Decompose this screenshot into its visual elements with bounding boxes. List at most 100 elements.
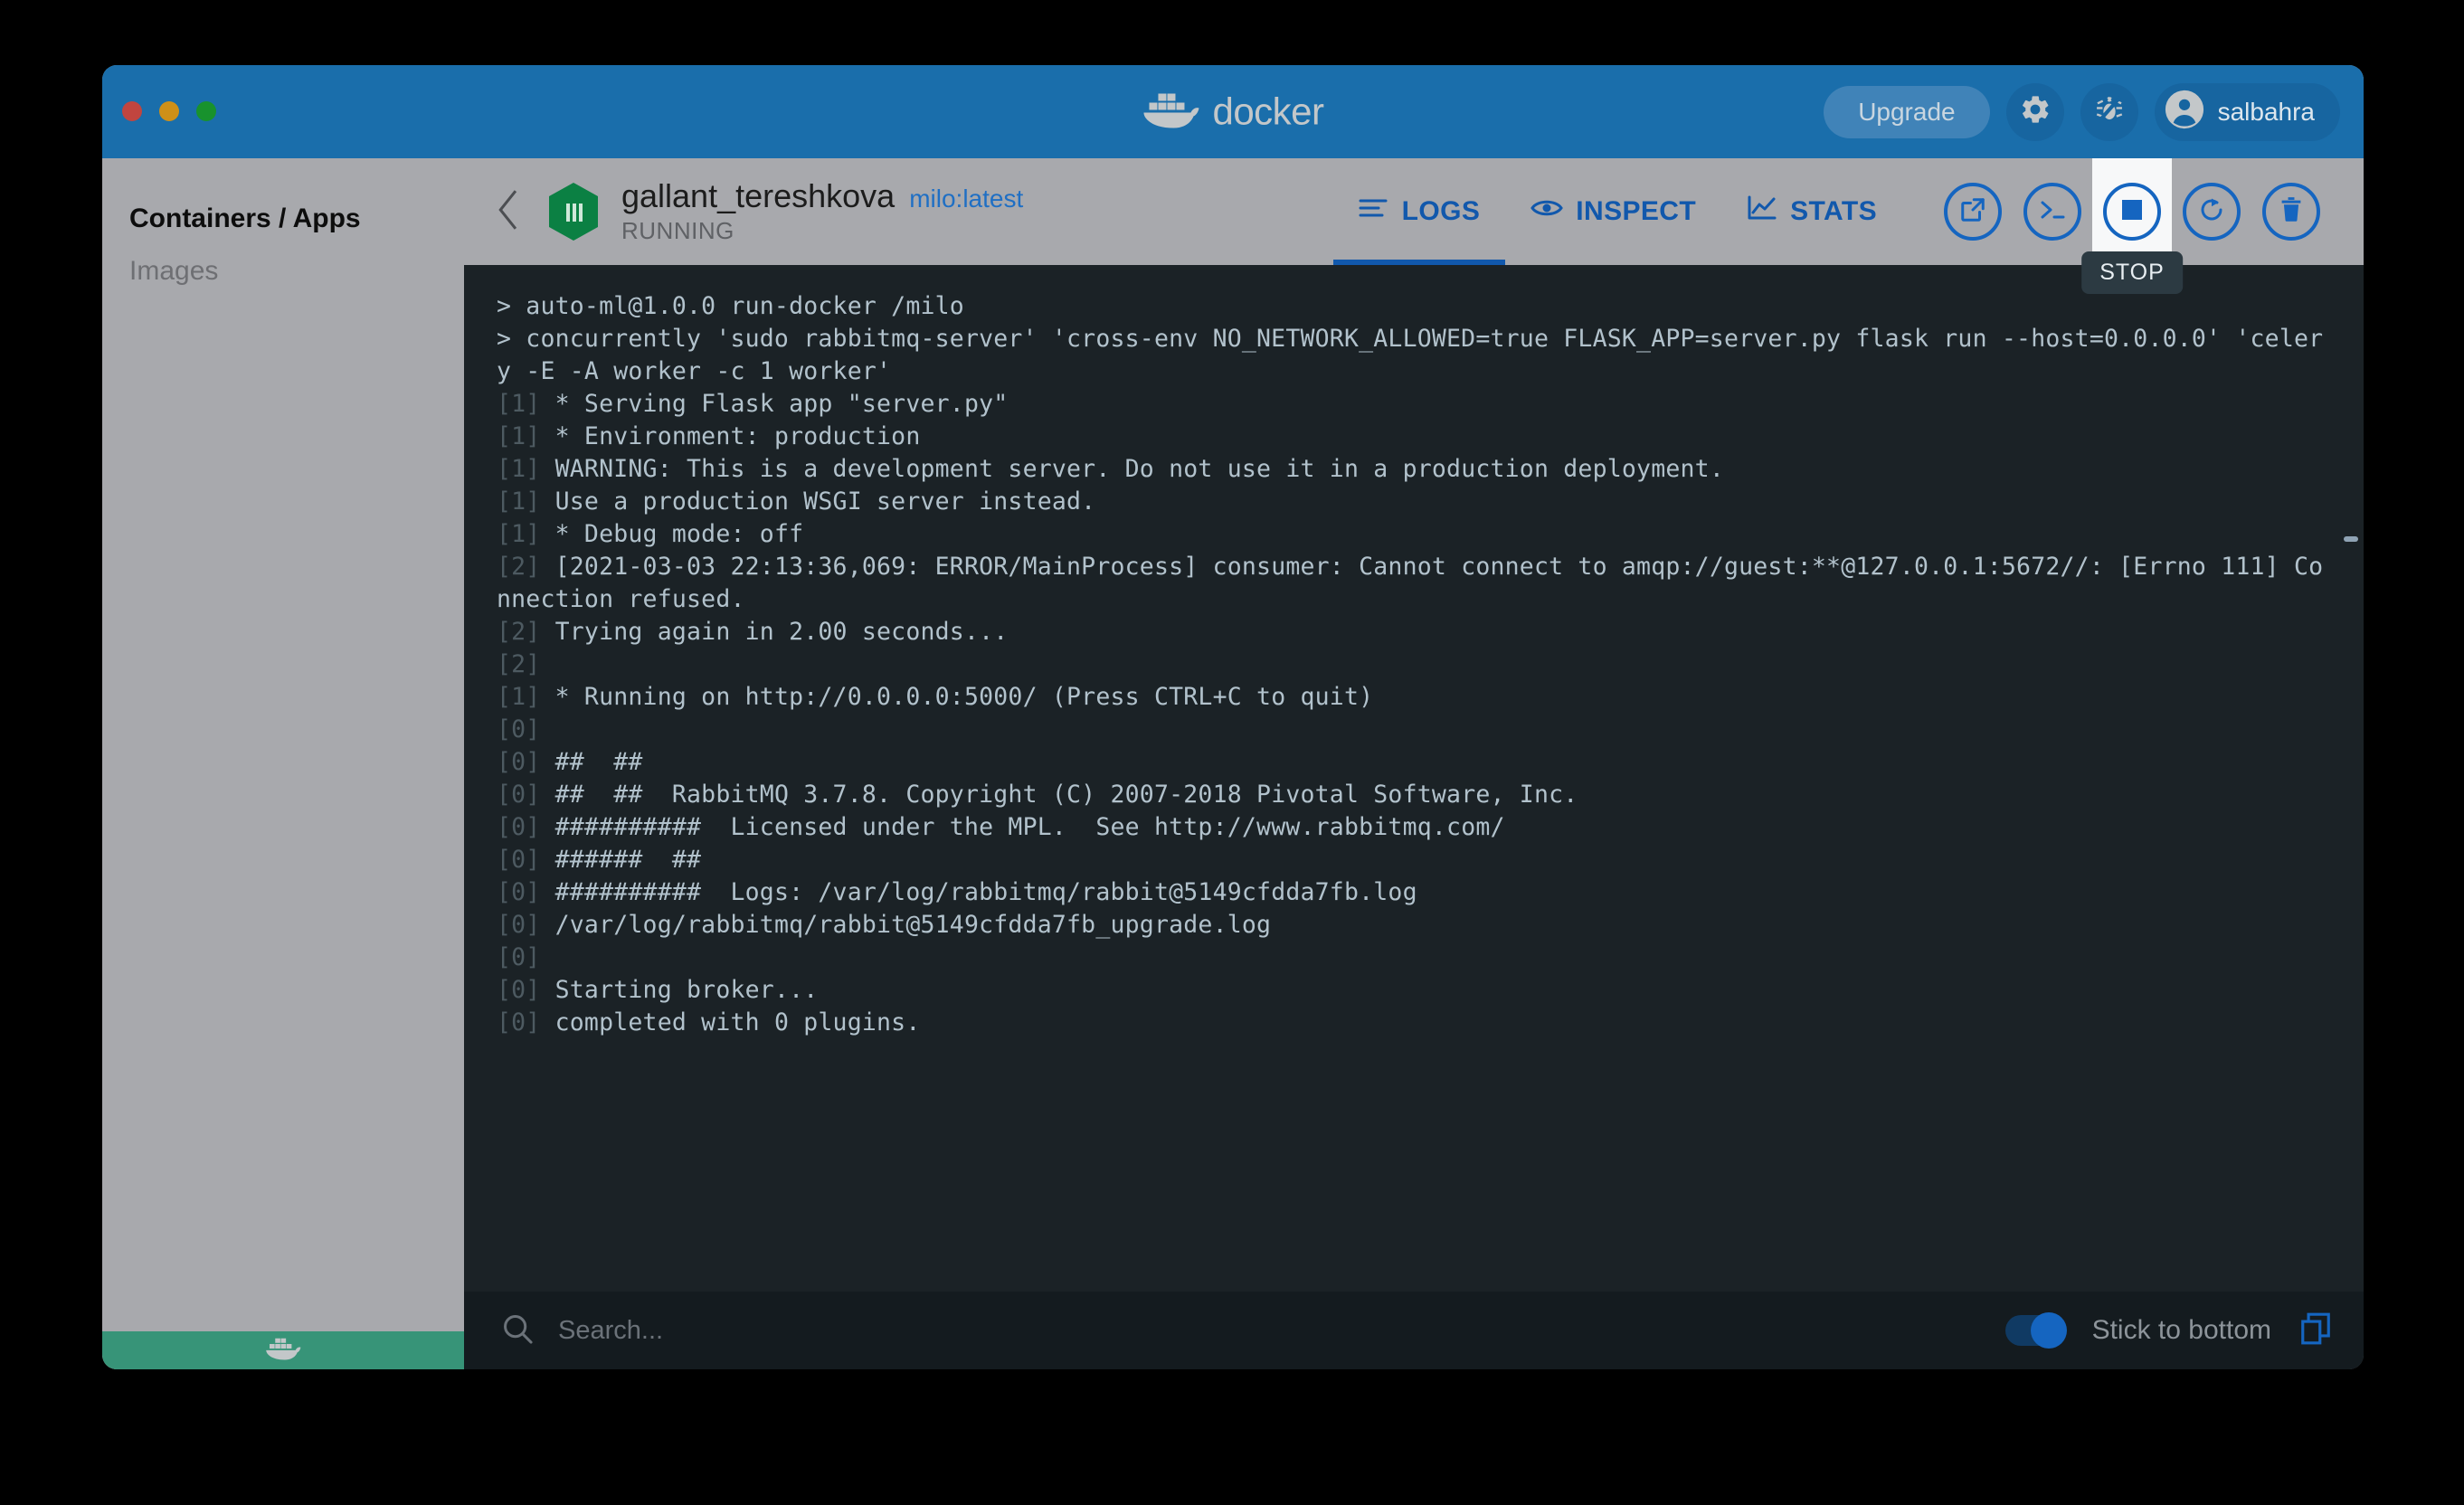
log-line: [1] Use a production WSGI server instead… [497,486,2331,518]
troubleshoot-button[interactable] [2080,82,2138,141]
log-line-index: [0] [497,878,555,906]
log-line-text: ########## Licensed under the MPL. See h… [554,813,1505,841]
restart-button[interactable] [2172,158,2251,265]
sidebar: Containers / Apps Images [102,158,464,1369]
container-state-label: RUNNING [621,216,734,244]
trash-icon [2279,196,2304,228]
docker-whale-icon [265,1336,301,1366]
log-line: [0] ########## Licensed under the MPL. S… [497,811,2331,844]
log-line: [0] ########## Logs: /var/log/rabbitmq/r… [497,876,2331,909]
log-line-index: [0] [497,715,555,743]
log-line: [2] [497,648,2331,681]
traffic-lights [122,101,216,121]
close-window-button[interactable] [122,101,142,121]
copy-icon [2298,1311,2333,1350]
sidebar-item-containers-apps[interactable]: Containers / Apps [102,193,464,245]
docker-brand-label: docker [1212,90,1324,133]
log-line: [1] * Environment: production [497,421,2331,453]
log-line: [1] WARNING: This is a development serve… [497,453,2331,486]
search-input[interactable] [558,1315,1984,1346]
restart-circular-arrow-icon [2198,196,2225,228]
delete-button[interactable] [2251,158,2331,265]
bug-icon [2092,92,2127,131]
toggle-knob [2030,1312,2067,1349]
container-actions: STOP [1933,158,2331,294]
open-in-browser-button[interactable] [1933,158,2013,265]
search-icon [500,1311,535,1350]
upgrade-button[interactable]: Upgrade [1824,85,1990,138]
docker-desktop-window: docker Upgrade salbahra Containers / App… [102,65,2364,1369]
terminal-prompt-icon [2038,198,2067,226]
log-line-index: [0] [497,781,555,809]
docker-brand: docker [1142,90,1324,134]
log-line-text: * Environment: production [554,422,921,450]
log-line: [0] [497,714,2331,746]
log-line-index: [0] [497,1008,555,1036]
zoom-window-button[interactable] [196,101,216,121]
log-line-text: * Running on http://0.0.0.0:5000/ (Press… [554,683,1374,711]
back-button[interactable] [486,188,533,235]
log-line-text: * Serving Flask app "server.py" [554,390,1009,418]
tab-stats[interactable]: STATS [1721,158,1902,265]
stop-tooltip: STOP [2081,251,2183,294]
tab-inspect[interactable]: INSPECT [1505,158,1721,265]
stop-button[interactable]: STOP [2081,158,2183,294]
window-titlebar: docker Upgrade salbahra [102,65,2364,158]
tab-logs[interactable]: LOGS [1332,158,1506,265]
stick-to-bottom-toggle[interactable] [2004,1312,2067,1349]
log-line-index: [2] [497,553,555,581]
log-line: [0] completed with 0 plugins. [497,1007,2331,1039]
delete-circle [2262,183,2320,241]
open-in-browser-circle [1944,183,2002,241]
tab-logs-label: LOGS [1401,196,1481,226]
log-line-text: > concurrently 'sudo rabbitmq-server' 'c… [497,325,2324,385]
log-line: > auto-ml@1.0.0 run-docker /milo [497,290,2331,323]
copy-logs-button[interactable] [2298,1311,2333,1350]
container-identity: gallant_tereshkova milo:latest RUNNING [621,176,1023,245]
eye-icon [1531,196,1564,227]
docker-status-bar [102,1331,464,1369]
cli-button[interactable] [2013,158,2092,265]
log-line-index: [0] [497,943,555,971]
log-footer-controls: Stick to bottom [2004,1311,2333,1350]
settings-button[interactable] [2005,82,2064,141]
log-line-text: ###### ## [554,846,702,874]
log-line-index: [1] [497,390,555,418]
container-image-link[interactable]: milo:latest [909,185,1023,213]
gear-icon [2019,93,2052,130]
log-line-text: completed with 0 plugins. [554,1008,921,1036]
log-line-text: Trying again in 2.00 seconds... [554,618,1009,646]
log-line-index: [1] [497,683,555,711]
log-line: [0] [497,942,2331,974]
container-name: gallant_tereshkova [621,176,896,214]
restart-circle [2183,183,2241,241]
user-account-button[interactable]: salbahra [2154,82,2340,141]
log-line-index: [0] [497,976,555,1004]
sidebar-item-images[interactable]: Images [102,245,464,298]
log-line-text: ## ## RabbitMQ 3.7.8. Copyright (C) 2007… [554,781,1578,809]
log-line-index: [0] [497,846,555,874]
chevron-left-icon [494,187,525,237]
log-line-text: [2021-03-03 22:13:36,069: ERROR/MainProc… [497,553,2324,613]
stick-to-bottom-label: Stick to bottom [2091,1315,2271,1345]
log-line: [0] ## ## [497,746,2331,779]
log-line: [0] ###### ## [497,844,2331,876]
log-line-index: [1] [497,422,555,450]
tab-stats-label: STATS [1790,196,1877,226]
log-output[interactable]: > auto-ml@1.0.0 run-docker /milo > concur… [464,265,2364,1292]
username-label: salbahra [2217,97,2315,126]
minimize-window-button[interactable] [159,101,179,121]
log-line-index: [1] [497,520,555,548]
container-tabs: LOGS INSPECT STATS [1332,158,1902,265]
log-line-text: > auto-ml@1.0.0 run-docker /milo [497,292,964,320]
log-lines-container: > auto-ml@1.0.0 run-docker /milo > concur… [497,290,2331,1039]
log-line: [1] * Debug mode: off [497,518,2331,551]
log-line-index: [0] [497,911,555,939]
log-line-text: * Debug mode: off [554,520,804,548]
log-footer: Stick to bottom [464,1292,2364,1369]
log-scrollbar-thumb[interactable] [2344,536,2358,542]
external-link-icon [1959,196,1986,228]
log-line: [0] /var/log/rabbitmq/rabbit@5149cfdda7f… [497,909,2331,942]
log-line-text: Use a production WSGI server instead. [554,487,1096,516]
